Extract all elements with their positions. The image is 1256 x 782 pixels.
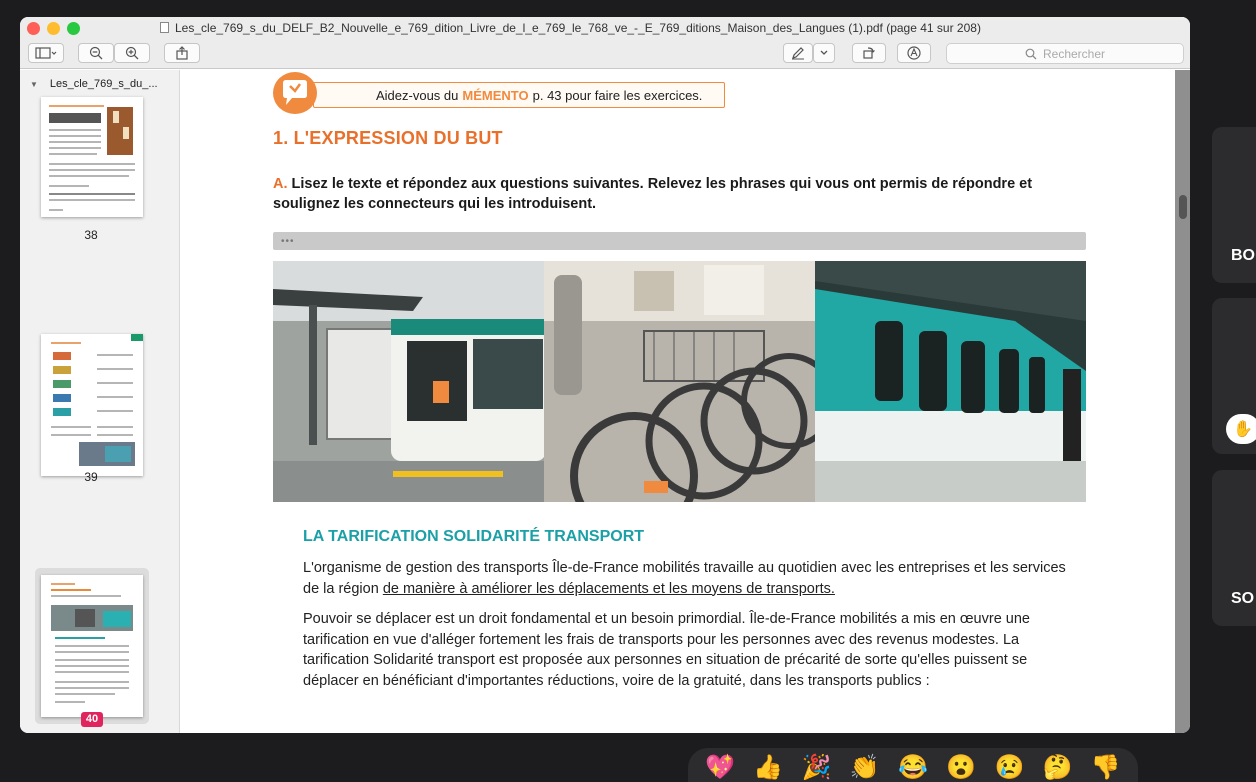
reaction-thumbs-down-icon[interactable]: 👎: [1091, 753, 1121, 782]
pdf-file-icon: [160, 22, 169, 33]
markup-dropdown-button[interactable]: [813, 43, 835, 63]
metro-photo: [815, 261, 1086, 502]
document-view[interactable]: Aidez-vous du MÉMENTO p. 43 pour faire l…: [181, 70, 1190, 733]
title-bar: Les_cle_769_s_du_DELF_B2_Nouvelle_e_769_…: [20, 17, 1190, 69]
article-title: LA TARIFICATION SOLIDARITÉ TRANSPORT: [303, 528, 645, 545]
memento-prefix: Aidez-vous du: [376, 87, 459, 103]
page-thumbnail-39[interactable]: [41, 334, 143, 476]
current-page-number-badge: 40: [81, 712, 103, 727]
page-number-label: 38: [84, 228, 98, 242]
page-number-label: 39: [84, 470, 98, 484]
participant-tile[interactable]: BO: [1212, 127, 1256, 283]
reaction-surprised-icon[interactable]: 😮: [946, 753, 976, 782]
memento-suffix: p. 43 pour faire les exercices.: [532, 87, 703, 103]
search-input[interactable]: Rechercher: [946, 43, 1184, 64]
rotate-button[interactable]: [852, 43, 886, 63]
markup-pen-button[interactable]: [783, 43, 813, 63]
close-button[interactable]: [27, 22, 40, 35]
reaction-sad-icon[interactable]: 😢: [994, 753, 1024, 782]
photo-frame-bar: •••: [273, 232, 1086, 250]
participant-name: BO: [1231, 247, 1255, 264]
exercise-instruction: A. Lisez le texte et répondez aux questi…: [273, 174, 1053, 214]
vertical-scrollbar[interactable]: [1179, 195, 1187, 219]
zoom-in-button[interactable]: [114, 43, 150, 63]
zoom-button[interactable]: [67, 22, 80, 35]
preview-window: Les_cle_769_s_du_DELF_B2_Nouvelle_e_769_…: [20, 17, 1190, 733]
memento-callout: Aidez-vous du MÉMENTO p. 43 pour faire l…: [313, 82, 725, 108]
reaction-heart-icon[interactable]: 💖: [705, 753, 735, 782]
reactions-bar: 💖 👍 🎉 👏 😂 😮 😢 🤔 👎: [688, 748, 1138, 782]
reaction-clap-icon[interactable]: 👏: [850, 753, 880, 782]
sidebar-toggle-button[interactable]: [28, 43, 64, 63]
search-placeholder: Rechercher: [1042, 46, 1106, 61]
article-paragraph-1: L'organisme de gestion des transports Îl…: [303, 558, 1083, 599]
participant-name: SO: [1231, 590, 1255, 607]
bikes-photo: [544, 261, 815, 502]
memento-highlight: MÉMENTO: [462, 87, 529, 103]
page-thumbnail-40[interactable]: [41, 575, 143, 717]
window-title: Les_cle_769_s_du_DELF_B2_Nouvelle_e_769_…: [160, 21, 1080, 35]
bus-photo: [273, 261, 544, 502]
paragraph-1-underlined: de manière à améliorer les déplacements …: [382, 580, 835, 597]
exercise-text: Lisez le texte et répondez aux questions…: [273, 176, 1033, 212]
memento-bubble-icon: [273, 72, 317, 114]
sidebar-document-title: Les_cle_769_s_du_...: [49, 78, 158, 90]
participant-tile[interactable]: ✋: [1212, 298, 1256, 454]
photo-frame-dots: •••: [281, 236, 295, 247]
pdf-page: Aidez-vous du MÉMENTO p. 43 pour faire l…: [181, 70, 1175, 733]
thumbnail-sidebar: ▼ Les_cle_769_s_du_... 38 39: [20, 70, 180, 733]
exercise-letter: A.: [273, 176, 288, 192]
reaction-party-icon[interactable]: 🎉: [802, 753, 832, 782]
disclosure-triangle-icon[interactable]: ▼: [30, 80, 38, 89]
sidebar-document-header[interactable]: ▼ Les_cle_769_s_du_...: [24, 73, 158, 95]
minimize-button[interactable]: [47, 22, 60, 35]
participant-tile[interactable]: SO: [1212, 470, 1256, 626]
screen: BO ✋ SO Les_cle_769_s_du_DELF_B2_Nouvell…: [0, 0, 1256, 782]
section-heading: 1. L'EXPRESSION DU BUT: [273, 128, 503, 148]
reaction-thinking-icon[interactable]: 🤔: [1043, 753, 1073, 782]
reaction-laugh-icon[interactable]: 😂: [898, 753, 928, 782]
zoom-out-button[interactable]: [78, 43, 114, 63]
reaction-thumbs-up-icon[interactable]: 👍: [753, 753, 783, 782]
share-button[interactable]: [164, 43, 200, 63]
markup-toolbar-button[interactable]: [897, 43, 931, 63]
article-paragraph-2: Pouvoir se déplacer est un droit fondame…: [303, 611, 1030, 689]
raised-hand-icon: ✋: [1226, 414, 1256, 444]
search-icon: [1025, 48, 1037, 59]
page-thumbnail-38[interactable]: [41, 97, 143, 217]
